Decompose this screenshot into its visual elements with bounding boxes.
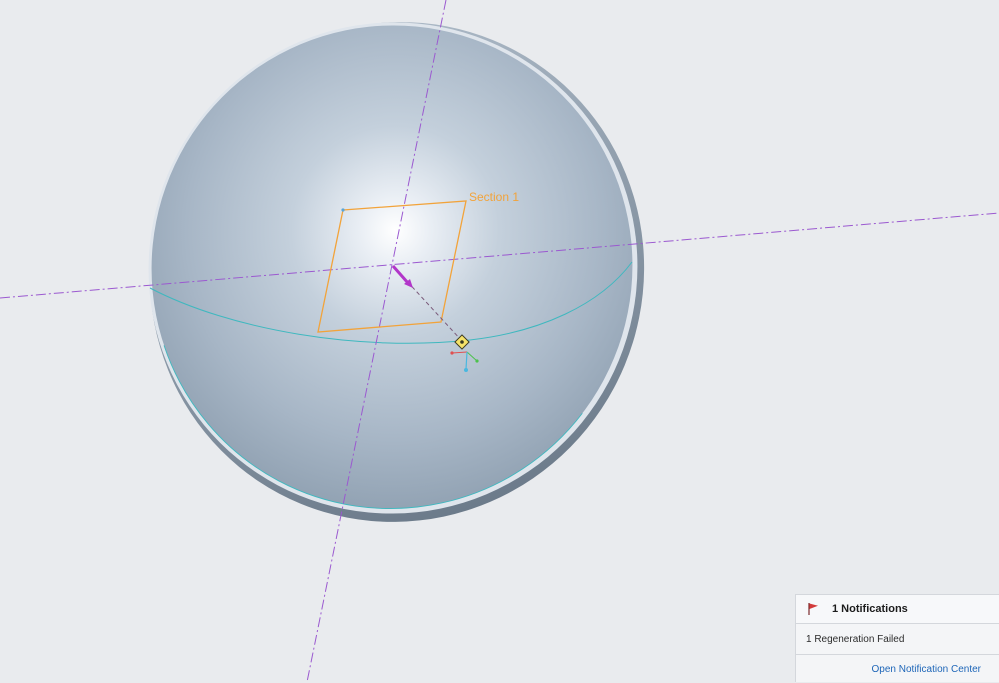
notification-panel: 1 Notifications 1 Regeneration Failed Op… xyxy=(795,594,999,682)
red-flag-icon xyxy=(808,603,818,615)
dome-surface xyxy=(151,25,633,509)
triad-y-dot xyxy=(475,359,479,363)
drag-handle-center xyxy=(460,340,464,344)
triad-x-dot xyxy=(450,351,454,355)
open-notification-center-link[interactable]: Open Notification Center xyxy=(871,664,981,675)
notification-footer: Open Notification Center xyxy=(796,655,999,683)
notification-title: 1 Notifications xyxy=(832,603,908,615)
notification-header: 1 Notifications xyxy=(796,595,999,624)
model-canvas[interactable]: Section 1 xyxy=(0,0,999,682)
graphics-viewport[interactable]: Section 1 xyxy=(0,0,999,682)
triad-z-dot xyxy=(464,368,468,372)
dome-shell[interactable] xyxy=(62,0,732,609)
section-corner-point xyxy=(341,208,345,212)
section-label[interactable]: Section 1 xyxy=(469,190,519,204)
notification-message[interactable]: 1 Regeneration Failed xyxy=(796,624,999,655)
notification-message-text: 1 Regeneration Failed xyxy=(806,633,905,645)
